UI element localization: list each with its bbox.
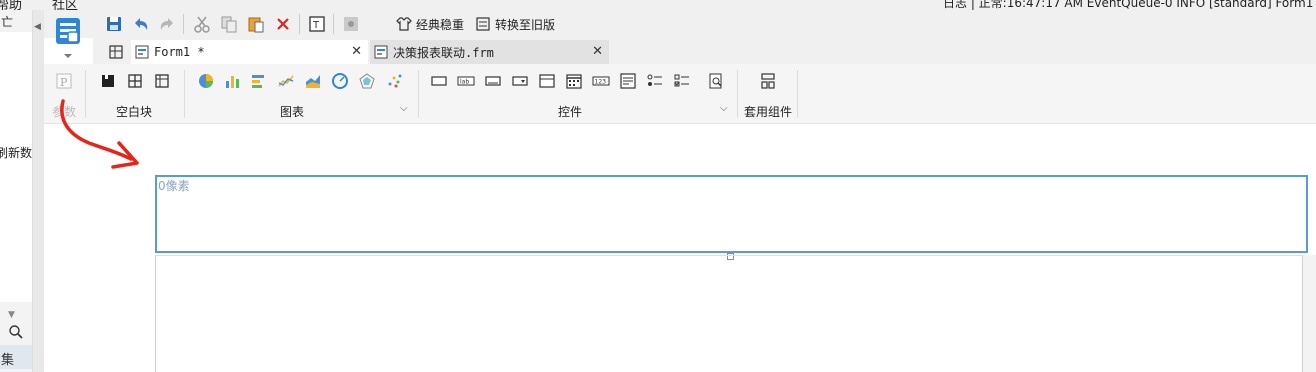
dropdown-widget-icon[interactable] — [511, 72, 529, 90]
radio-group-icon[interactable] — [646, 72, 664, 90]
controls-label: 控件 — [557, 105, 582, 119]
collapse-left-icon[interactable]: ◀ — [34, 22, 41, 32]
area-chart-icon[interactable] — [304, 72, 322, 90]
checkbox-group-icon[interactable] — [673, 72, 691, 90]
search-widget-icon[interactable] — [707, 72, 725, 90]
close-icon[interactable]: ✕ — [351, 44, 362, 59]
component-template-icon[interactable] — [759, 72, 777, 90]
redo-icon[interactable] — [157, 14, 177, 34]
parameter-icon[interactable]: P — [55, 72, 73, 90]
chevron-down-icon[interactable]: ▼ — [8, 310, 15, 320]
absolute-layout-icon[interactable] — [99, 72, 117, 90]
form-file-icon — [135, 45, 149, 59]
charts-label: 图表 — [279, 105, 304, 119]
form-body-area[interactable] — [155, 255, 1303, 372]
line-chart-icon[interactable] — [277, 72, 295, 90]
paste-icon[interactable] — [246, 14, 266, 34]
gauge-chart-icon[interactable] — [331, 72, 349, 90]
close-icon[interactable]: ✕ — [592, 44, 603, 59]
left-panel: 亡 刷新数据 ▼ 集 — [0, 10, 33, 372]
svg-text:P: P — [60, 76, 68, 89]
cut-icon[interactable] — [192, 14, 212, 34]
svg-text:lab: lab — [460, 79, 469, 86]
left-panel-header: 亡 — [0, 10, 32, 32]
save-icon[interactable] — [104, 14, 124, 34]
preview-icon[interactable] — [341, 14, 361, 34]
table-layout-icon[interactable] — [153, 72, 171, 90]
delete-icon[interactable] — [273, 14, 293, 34]
toolbar-separator — [183, 14, 184, 34]
ribbon-divider — [184, 70, 185, 118]
menu-community[interactable]: 社区 — [52, 0, 78, 10]
label-icon[interactable]: lab — [457, 72, 475, 90]
vertical-scrollbar[interactable] — [1303, 255, 1316, 372]
tab-label: Form1 * — [154, 45, 205, 59]
grid-layout-icon[interactable] — [108, 44, 124, 60]
panel-gutter[interactable]: ◀ — [33, 10, 44, 372]
pie-chart-icon[interactable] — [197, 72, 215, 90]
tab-label: 决策报表联动.frm — [393, 45, 494, 60]
toolbar-separator — [333, 14, 334, 34]
number-widget-icon[interactable]: 123 — [592, 72, 610, 90]
tab-form1[interactable]: Form1 * ✕ — [131, 40, 368, 64]
bar-chart-icon[interactable] — [224, 72, 242, 90]
menu-bar: 帮助 社区 日志 | 正常:16:47:17 AM EventQueue-0 I… — [0, 0, 1316, 10]
parameter-block[interactable]: 0像素 — [155, 175, 1308, 253]
log-status-text: 日志 | 正常:16:47:17 AM EventQueue-0 INFO [s… — [943, 0, 1314, 10]
format-icon[interactable]: T — [307, 14, 327, 34]
annotation-arrow — [60, 99, 139, 169]
ribbon-divider — [418, 70, 419, 118]
classic-template-button[interactable]: 经典稳重 — [396, 14, 464, 34]
app-window: 帮助 社区 日志 | 正常:16:47:17 AM EventQueue-0 I… — [0, 0, 1316, 372]
menu-help[interactable]: 帮助 — [0, 0, 22, 10]
template-icon[interactable] — [47, 16, 89, 66]
split-layout-icon[interactable] — [126, 72, 144, 90]
button-widget-icon[interactable] — [484, 72, 502, 90]
svg-text:123: 123 — [595, 79, 607, 86]
svg-text:T: T — [312, 20, 320, 31]
search-icon[interactable] — [8, 324, 24, 340]
radar-chart-icon[interactable] — [358, 72, 376, 90]
textarea-widget-icon[interactable] — [619, 72, 637, 90]
form-file-icon — [374, 45, 388, 59]
horizontal-bar-chart-icon[interactable] — [250, 72, 268, 90]
convert-icon — [476, 17, 490, 31]
classic-template-label: 经典稳重 — [416, 17, 465, 32]
templates-label: 套用组件 — [743, 105, 792, 119]
block-height-label: 0像素 — [158, 179, 190, 193]
ribbon-divider — [737, 70, 738, 118]
date-widget-icon[interactable] — [565, 72, 583, 90]
shirt-icon — [396, 17, 412, 31]
chevron-down-icon[interactable]: ⌵ — [720, 103, 728, 114]
text-field-icon[interactable] — [430, 72, 448, 90]
undo-icon[interactable] — [131, 14, 151, 34]
scatter-chart-icon[interactable] — [386, 72, 404, 90]
chevron-down-icon[interactable]: ⌵ — [400, 103, 408, 114]
convert-old-version-button[interactable]: 转换至旧版 — [475, 14, 555, 34]
copy-icon[interactable] — [219, 14, 239, 34]
convert-old-version-label: 转换至旧版 — [495, 17, 556, 32]
dataset-label[interactable]: 集 — [0, 345, 32, 369]
tree-widget-icon[interactable] — [538, 72, 556, 90]
refresh-data-label[interactable]: 刷新数据 — [0, 144, 32, 161]
toolbar-separator — [299, 14, 300, 34]
tab-decision-report[interactable]: 决策报表联动.frm ✕ — [370, 40, 609, 64]
ribbon-divider — [797, 70, 798, 118]
